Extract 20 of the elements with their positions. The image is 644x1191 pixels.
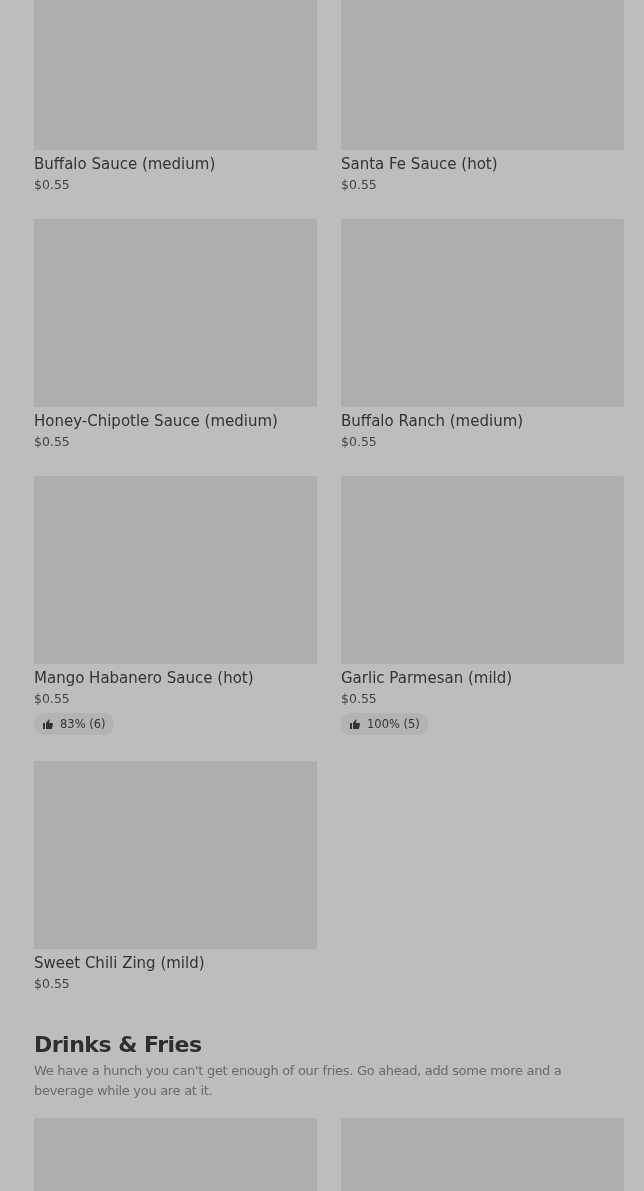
- item-name[interactable]: Buffalo Ranch (medium): [341, 411, 624, 431]
- item-name[interactable]: Garlic Parmesan (mild): [341, 668, 624, 688]
- item-name[interactable]: Buffalo Sauce (medium): [34, 154, 317, 174]
- item-price: $0.55: [34, 177, 71, 193]
- item-name[interactable]: Mango Habanero Sauce (hot): [34, 668, 317, 688]
- item-name[interactable]: Santa Fe Sauce (hot): [341, 154, 624, 174]
- thumbs-up-icon: [349, 718, 361, 730]
- section-description: We have a hunch you can't get enough of our fries. Go ahead, add some more and a beverage while you are at it.: [34, 1062, 563, 1100]
- item-price: $0.55: [341, 177, 378, 193]
- item-price: $0.55: [34, 691, 71, 707]
- item-price: $0.55: [34, 976, 71, 992]
- item-price: $0.55: [341, 691, 378, 707]
- section-heading: Drinks & Fries: [34, 1032, 203, 1057]
- rating-text: 83% (6): [60, 717, 106, 731]
- item-price: $0.55: [341, 434, 378, 450]
- rating-text: 100% (5): [367, 717, 420, 731]
- thumbs-up-icon: [42, 718, 54, 730]
- item-price: $0.55: [34, 434, 71, 450]
- item-name[interactable]: Sweet Chili Zing (mild): [34, 953, 317, 973]
- item-name[interactable]: Honey-Chipotle Sauce (medium): [34, 411, 317, 431]
